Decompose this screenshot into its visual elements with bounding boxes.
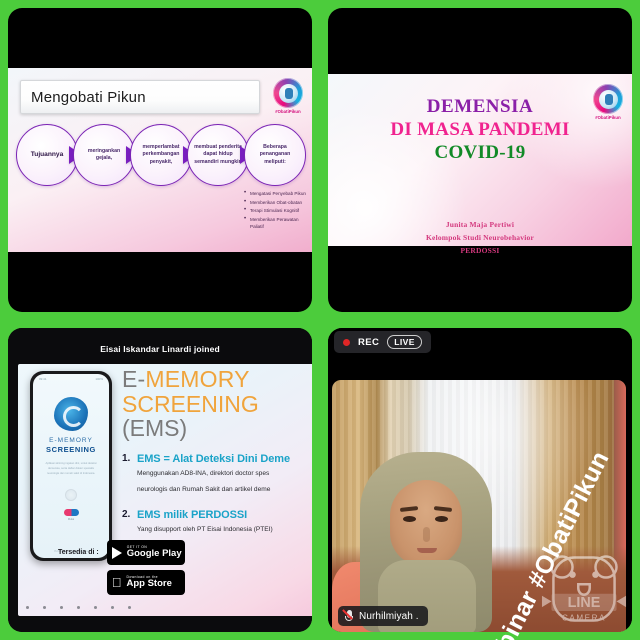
phone-screen: 09:41 100% E-MEMORY SCREENING Aplikasi s… <box>33 374 109 558</box>
obatipikun-logo-tag: #ObatiPikun <box>275 109 301 114</box>
recording-status-bar: REC LIVE <box>334 331 431 353</box>
flow-node-label: meringankan gejala, <box>87 147 121 161</box>
obatipikun-logo: #ObatiPikun <box>271 78 305 114</box>
ems-heading-memory: MEMORY <box>145 366 250 392</box>
phone-mockup: 09:41 100% E-MEMORY SCREENING Aplikasi s… <box>30 371 112 561</box>
slide-heading-line2: DI MASA PANDEMI <box>390 119 570 140</box>
collage-cell-ems-slide: Eisai Iskandar Linardi joined 09:41 100%… <box>8 328 312 632</box>
slide-title-box: Mengobati Pikun <box>20 80 260 114</box>
pagination-dot[interactable] <box>94 606 97 609</box>
status-battery: 100% <box>95 377 103 381</box>
ems-point-number: 2. <box>122 509 131 521</box>
pagination-dot[interactable] <box>128 606 131 609</box>
obatipikun-logo-tag: #ObatiPikun <box>595 115 621 120</box>
app-store-badge-large: App Store <box>116 578 171 590</box>
pagination-dot[interactable] <box>60 606 63 609</box>
ems-app-title-line2: SCREENING <box>46 445 96 454</box>
ems-heading-line1: E-MEMORY <box>122 366 312 392</box>
phone-status-bar: 09:41 100% <box>33 374 109 381</box>
eye-left <box>403 516 416 522</box>
mouth <box>417 548 437 553</box>
ems-point-2: 2. EMS milik PERDOSSI Yang disupport ole… <box>122 509 312 537</box>
collage-cell-mengobati-pikun: Mengobati Pikun #ObatiPikun Tujuannya me… <box>8 8 312 312</box>
pagination-dot[interactable] <box>43 606 46 609</box>
camera-sub-text: CAMERA <box>562 614 606 623</box>
treatment-bullet-list: Mengatasi Penyebab Pikun Memberikan Obat… <box>244 189 310 232</box>
eye-right <box>435 516 448 522</box>
google-play-badge[interactable]: GET IT ON Google Play <box>106 540 185 565</box>
line-brand-text: LINE <box>568 595 601 611</box>
screen-photo-ems: Eisai Iskandar Linardi joined 09:41 100%… <box>8 328 312 632</box>
face <box>390 480 462 566</box>
photo-collage: Mengobati Pikun #ObatiPikun Tujuannya me… <box>0 0 640 640</box>
participant-figure <box>360 452 492 632</box>
presenter-block: Junita Maja Pertiwi Kelompok Studi Neuro… <box>328 218 632 257</box>
google-play-badge-large: Google Play <box>126 548 182 560</box>
record-dot-icon <box>343 338 350 346</box>
flow-diagram: Tujuannya meringankan gejala, memperlamb… <box>16 124 306 190</box>
ems-point-heading: EMS = Alat Deteksi Dini Deme <box>137 453 290 466</box>
bear-icon: LINE CAMERA <box>541 555 627 623</box>
eyebrow-right <box>433 506 453 512</box>
presenter-org: Kelompok Studi Neurobehavior <box>426 233 534 243</box>
app-store-row: Tersedia di : GET IT ON Google Play  <box>58 540 185 600</box>
ems-app-logo-icon <box>54 397 88 431</box>
obatipikun-disc-icon <box>273 78 303 108</box>
pagination-dot[interactable] <box>111 606 114 609</box>
eyebrow-left <box>399 506 419 512</box>
flow-node-label: Tujuannya <box>30 150 64 158</box>
apple-icon:  <box>112 576 122 589</box>
flow-node-label: Beberapa penanganan meliputi: <box>259 144 291 165</box>
slide-mengobati-pikun: Mengobati Pikun #ObatiPikun Tujuannya me… <box>8 68 312 252</box>
google-play-icon <box>111 546 122 559</box>
obatipikun-logo: #ObatiPikun <box>591 84 625 120</box>
slide-heading-line1: DEMENSIA <box>426 96 534 117</box>
available-label: Tersedia di : <box>58 549 99 556</box>
ems-app-title-line1: E-MEMORY <box>49 437 93 444</box>
slide-pagination-dots <box>26 606 131 609</box>
participant-name: Nurhilmiyah . <box>359 610 419 622</box>
list-item: Memberikan Perawatan Paliatif <box>244 215 310 230</box>
pagination-dot[interactable] <box>26 606 29 609</box>
participant-name-badge: Nurhilmiyah . <box>338 606 428 626</box>
ems-app-start-button[interactable] <box>63 508 79 516</box>
flow-node-label: memperlambat perkembangan penyakit, <box>142 144 180 165</box>
pagination-dot[interactable] <box>77 606 80 609</box>
line-camera-watermark: LINE CAMERA <box>536 546 632 632</box>
ems-point-1: 1. EMS = Alat Deteksi Dini Deme Mengguna… <box>122 453 312 496</box>
ems-app-description: Aplikasi skrining ingatan dini, untuk de… <box>45 462 97 475</box>
ems-heading-prefix: E- <box>122 366 146 392</box>
presenter-name: Junita Maja Pertiwi <box>445 220 515 229</box>
presenter-society: PERDOSSI <box>460 246 500 256</box>
projected-slide: 09:41 100% E-MEMORY SCREENING Aplikasi s… <box>18 364 312 616</box>
obatipikun-disc-icon <box>593 84 623 114</box>
page-title: Mengobati Pikun <box>31 88 146 106</box>
ems-point-sub-line1: Yang disupport oleh PT Eisai Indonesia (… <box>137 526 273 534</box>
live-badge: LIVE <box>387 335 422 349</box>
rec-label: REC <box>358 336 380 348</box>
ems-point-heading: EMS milik PERDOSSI <box>137 509 248 522</box>
ems-point-sub-line2: neurologis dan Rumah Sakit dan artikel d… <box>137 485 271 493</box>
slide-heading-line3: COVID-19 <box>434 142 526 163</box>
list-item: Memberikan Obat-obatan <box>244 198 310 207</box>
ems-app-button-label: Mulai <box>67 517 75 521</box>
slide-demensia-title: #ObatiPikun DEMENSIA DI MASA PANDEMI COV… <box>328 74 632 255</box>
ems-heading-line2: SCREENING (EMS) <box>122 393 312 440</box>
mic-muted-icon <box>344 609 354 623</box>
flow-node: Beberapa penanganan meliputi: <box>244 124 306 186</box>
ems-heading-abbrev: (EMS) <box>122 414 188 441</box>
ems-point-number: 1. <box>122 453 131 465</box>
collage-cell-demensia-title: #ObatiPikun DEMENSIA DI MASA PANDEMI COV… <box>328 8 632 312</box>
status-time: 09:41 <box>39 377 47 381</box>
join-notification: Eisai Iskandar Linardi joined <box>100 344 220 354</box>
app-store-badge[interactable]:  Download on the App Store <box>106 570 185 595</box>
flow-node-label: membuat penderita dapat hidup semandiri … <box>194 144 242 165</box>
nose <box>423 527 430 542</box>
ems-heading-screening: SCREENING <box>122 391 259 418</box>
ems-app-avatar-icon <box>65 488 77 501</box>
list-item: Terapi Stimulasi Kognitif <box>244 206 310 215</box>
ems-point-sub-line1: Menggunakan AD8-INA, direktori doctor sp… <box>137 470 270 478</box>
list-item: Mengatasi Penyebab Pikun <box>244 189 310 198</box>
